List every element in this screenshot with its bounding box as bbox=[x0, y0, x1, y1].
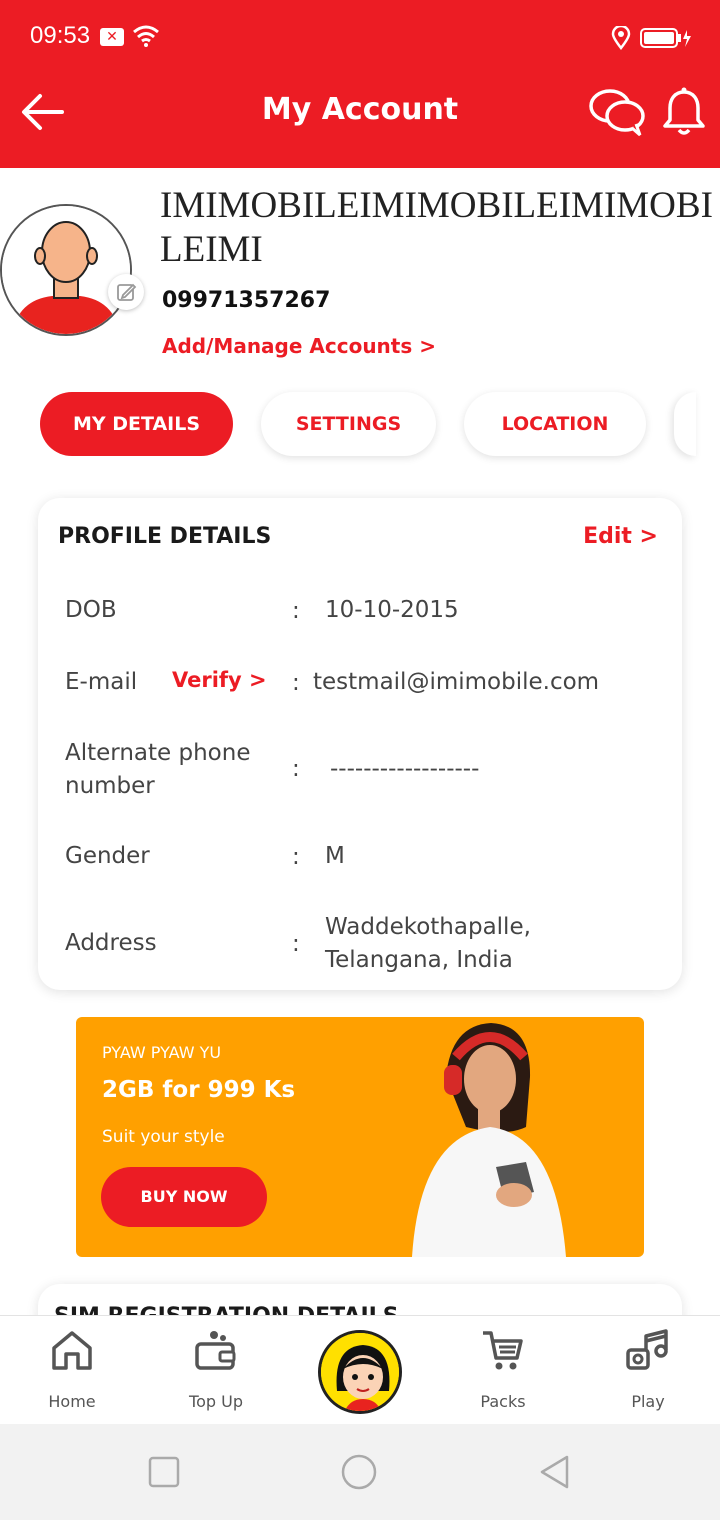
cart-icon bbox=[483, 1331, 523, 1370]
location-icon bbox=[611, 26, 631, 50]
email-value: testmail@imimobile.com bbox=[313, 669, 600, 695]
bottom-navigation: Home Top Up Packs Play bbox=[0, 1315, 720, 1424]
profile-details-card: PROFILE DETAILS Edit > DOB : 10-10-2015 … bbox=[38, 498, 682, 990]
edit-profile-link[interactable]: Edit > bbox=[583, 524, 658, 549]
card-title: PROFILE DETAILS bbox=[58, 524, 272, 549]
battery-icon bbox=[640, 28, 691, 48]
home-icon bbox=[52, 1331, 92, 1370]
promo-banner[interactable]: PYAW PYAW YU 2GB for 999 Ks Suit your st… bbox=[76, 1017, 644, 1257]
user-phone: 09971357267 bbox=[162, 288, 331, 313]
banner-subtitle: Suit your style bbox=[102, 1127, 225, 1147]
home-circle-icon[interactable] bbox=[341, 1454, 377, 1490]
tab-overflow[interactable] bbox=[674, 392, 696, 456]
music-icon bbox=[626, 1329, 668, 1370]
user-name: IMIMOBILEIMIMOBILEIMIMOBILEIMI bbox=[160, 185, 713, 270]
gender-label: Gender bbox=[65, 843, 150, 869]
alt-phone-value: ------------------ bbox=[330, 756, 480, 782]
system-navigation bbox=[0, 1424, 720, 1520]
nav-top-up-label: Top Up bbox=[189, 1392, 243, 1411]
banner-headline: 2GB for 999 Ks bbox=[102, 1077, 296, 1103]
chat-icon[interactable] bbox=[588, 86, 646, 138]
alt-phone-label: Alternate phone number bbox=[65, 740, 251, 799]
dob-colon: : bbox=[292, 598, 300, 624]
mascot-avatar[interactable] bbox=[318, 1330, 402, 1414]
buy-now-button[interactable]: BUY NOW bbox=[101, 1167, 267, 1227]
tab-my-details[interactable]: MY DETAILS bbox=[40, 392, 233, 456]
status-time: 09:53 bbox=[30, 22, 91, 49]
nav-play[interactable]: Play bbox=[593, 1316, 703, 1425]
app-header: 09:53 ✕ My Account bbox=[0, 0, 720, 168]
wallet-icon bbox=[195, 1331, 236, 1370]
banner-model-image bbox=[412, 1023, 566, 1257]
address-label: Address bbox=[65, 930, 157, 956]
address-colon: : bbox=[292, 931, 300, 957]
tab-settings[interactable]: SETTINGS bbox=[261, 392, 436, 456]
banner-eyebrow: PYAW PYAW YU bbox=[102, 1043, 222, 1062]
manage-accounts-link[interactable]: Add/Manage Accounts > bbox=[162, 334, 436, 358]
nav-play-label: Play bbox=[631, 1392, 665, 1411]
dob-label: DOB bbox=[65, 597, 117, 623]
nav-top-up[interactable]: Top Up bbox=[161, 1316, 271, 1425]
notification-icon: ✕ bbox=[100, 28, 124, 46]
address-value: Waddekothapalle, Telangana, India bbox=[325, 914, 531, 973]
nav-packs[interactable]: Packs bbox=[448, 1316, 558, 1425]
email-colon: : bbox=[292, 670, 300, 696]
edit-avatar-button[interactable] bbox=[108, 274, 144, 310]
gender-colon: : bbox=[292, 844, 300, 870]
user-avatar-icon bbox=[2, 206, 130, 334]
email-label: E-mail bbox=[65, 669, 138, 695]
nav-home-label: Home bbox=[48, 1392, 96, 1411]
tab-location[interactable]: LOCATION bbox=[464, 392, 646, 456]
dob-value: 10-10-2015 bbox=[325, 597, 459, 623]
nav-packs-label: Packs bbox=[480, 1392, 526, 1411]
back-triangle-icon[interactable] bbox=[537, 1454, 573, 1490]
alt-phone-colon: : bbox=[292, 756, 300, 782]
recent-apps-icon[interactable] bbox=[146, 1454, 182, 1490]
verify-email-link[interactable]: Verify > bbox=[172, 668, 267, 692]
avatar[interactable] bbox=[0, 204, 132, 336]
nav-home[interactable]: Home bbox=[17, 1316, 127, 1425]
pencil-icon bbox=[117, 283, 137, 301]
gender-value: M bbox=[325, 843, 345, 869]
mascot-icon bbox=[321, 1333, 399, 1411]
notification-bell-icon[interactable] bbox=[660, 86, 708, 138]
wifi-icon bbox=[133, 25, 159, 47]
